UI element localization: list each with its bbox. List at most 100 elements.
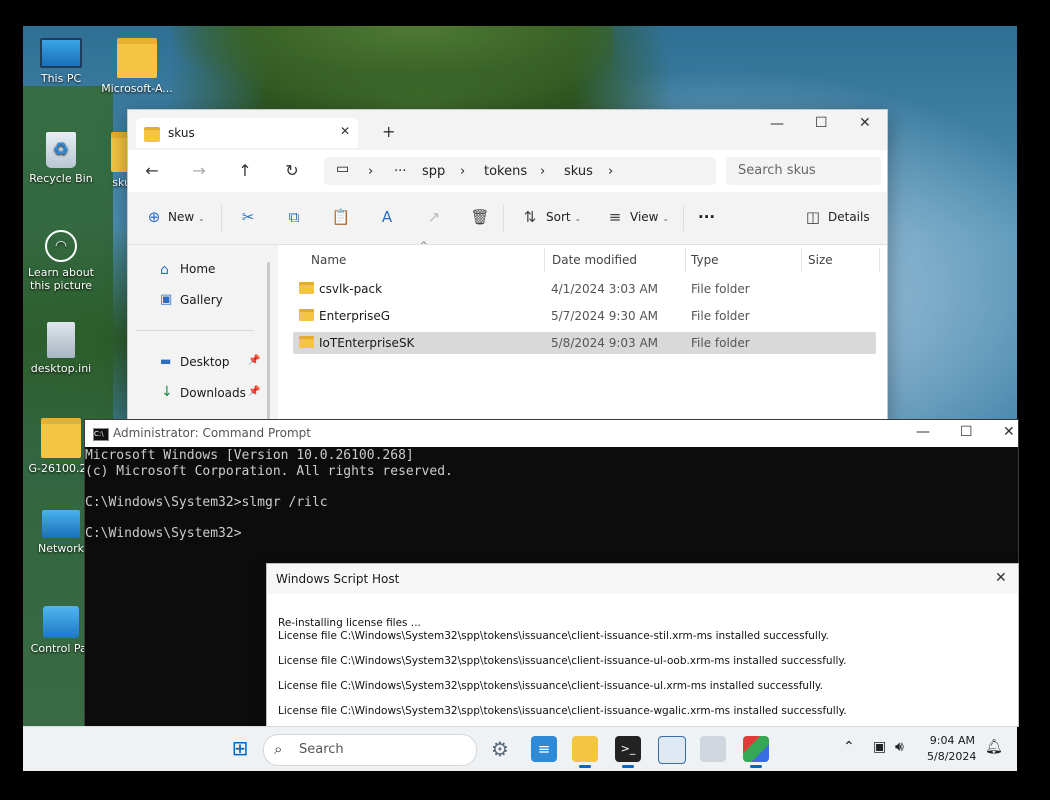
desktop-icon-sku-folder[interactable]: sku (91, 132, 131, 189)
close-window-button[interactable]: ✕ (859, 115, 871, 131)
chevron-down-icon: ⌄ (662, 214, 670, 223)
column-header-size[interactable]: Size (808, 253, 833, 267)
details-button[interactable]: Details (828, 210, 870, 224)
message-line: License file C:\Windows\System32\spp\tok… (278, 630, 829, 642)
sidebar-item-gallery[interactable]: Gallery (180, 293, 223, 307)
network-status-icon[interactable]: ▣ (873, 739, 886, 755)
new-icon: ⊕ (147, 208, 161, 226)
sort-button[interactable]: Sort ⌄ (546, 210, 581, 224)
breadcrumb[interactable]: ▭ › ··· spp › tokens › skus › (324, 157, 716, 185)
maximize-button[interactable]: ☐ (815, 115, 828, 131)
message-line: License file C:\Windows\System32\spp\tok… (278, 705, 847, 717)
chevron-down-icon: ⌄ (574, 214, 582, 223)
breadcrumb-item[interactable]: spp (422, 164, 445, 179)
chevron-right-icon: › (460, 164, 466, 179)
start-button[interactable]: ⊞ (227, 736, 253, 762)
rename-icon[interactable]: A (377, 208, 397, 228)
search-input[interactable]: Search skus (726, 157, 881, 185)
delete-icon[interactable]: 🗑 (470, 208, 490, 228)
chevron-up-icon[interactable]: ⌃ (843, 739, 855, 755)
colorful-app-icon[interactable] (743, 736, 769, 762)
column-divider[interactable] (879, 248, 880, 272)
new-button[interactable]: New ⌄ (168, 210, 205, 224)
divider (683, 205, 684, 231)
notepad-icon[interactable]: ≡ (531, 736, 557, 762)
cut-icon[interactable]: ✂ (238, 208, 258, 228)
up-button[interactable]: ↑ (231, 157, 259, 185)
cmd-app-icon: C:\ (93, 428, 109, 441)
column-divider[interactable] (544, 248, 545, 272)
table-row[interactable]: EnterpriseG 5/7/2024 9:30 AM File folder (293, 305, 876, 327)
file-type: File folder (691, 309, 750, 323)
sidebar-item-desktop[interactable]: Desktop (180, 355, 230, 369)
folder-icon (117, 38, 157, 78)
sidebar-scrollbar[interactable] (267, 262, 270, 422)
active-indicator (750, 765, 762, 768)
folder-icon (299, 309, 314, 321)
column-header-type[interactable]: Type (691, 253, 719, 267)
terminal-icon[interactable]: >_ (615, 736, 641, 762)
file-explorer-icon[interactable] (572, 736, 598, 762)
clock-date[interactable]: 5/8/2024 (927, 750, 976, 763)
column-divider[interactable] (685, 248, 686, 272)
desktop-icon: ▬ (160, 354, 172, 368)
active-indicator (622, 765, 634, 768)
view-button[interactable]: View ⌄ (630, 210, 669, 224)
share-icon[interactable]: ↗ (424, 208, 444, 228)
forward-button[interactable]: → (185, 157, 213, 185)
maximize-button[interactable]: ☐ (960, 424, 973, 440)
console-line: C:\Windows\System32> (85, 526, 242, 541)
column-header-date[interactable]: Date modified (552, 253, 637, 267)
system-app-icon[interactable] (700, 736, 726, 762)
pc-icon: ▭ (336, 161, 350, 177)
close-tab-button[interactable]: ✕ (340, 124, 350, 138)
taskbar-search[interactable]: ⌕ Search (263, 734, 477, 766)
desktop-icon-microsoft-folder[interactable]: Microsoft-A... (99, 38, 175, 95)
volume-icon[interactable]: 🔊︎ (895, 739, 904, 755)
minimize-button[interactable]: — (916, 424, 930, 440)
more-options-button[interactable]: ··· (698, 208, 715, 226)
desktop-icon-learn-about-picture[interactable]: ◠ Learn about this picture (23, 230, 99, 292)
recycle-bin-icon: ♻ (46, 132, 76, 168)
refresh-button[interactable]: ↻ (278, 157, 306, 185)
new-tab-button[interactable]: + (382, 122, 395, 141)
window-app-icon[interactable] (658, 736, 686, 764)
console-line: C:\Windows\System32>slmgr /rilc (85, 495, 328, 510)
script-host-dialog[interactable]: Windows Script Host ✕ Re-installing lice… (266, 563, 1019, 727)
breadcrumb-item[interactable]: tokens (484, 164, 527, 179)
column-header-name[interactable]: Name (311, 253, 346, 267)
desktop-icon-this-pc[interactable]: This PC (23, 38, 99, 85)
breadcrumb-ellipsis[interactable]: ··· (394, 164, 406, 179)
divider (136, 330, 254, 331)
sort-ascending-icon: ^ (420, 241, 428, 251)
taskbar-search-label: Search (299, 742, 344, 757)
desktop-icon-label: Microsoft-A... (101, 82, 173, 95)
monitor-icon (40, 38, 82, 68)
view-label: View (630, 210, 659, 224)
column-divider[interactable] (801, 248, 802, 272)
notification-bell-icon[interactable]: 🔔︎ (985, 739, 1003, 755)
close-icon[interactable]: ✕ (995, 570, 1007, 586)
desktop-icon-recycle-bin[interactable]: ♻ Recycle Bin (23, 132, 99, 185)
tab-skus[interactable]: skus ✕ (136, 118, 358, 148)
desktop-icon-desktop-ini[interactable]: desktop.ini (23, 322, 99, 375)
paste-icon[interactable]: 📋 (331, 208, 351, 228)
copy-icon[interactable]: ⧉ (284, 208, 304, 228)
search-icon: ⌕ (274, 740, 283, 758)
network-icon (42, 510, 80, 538)
close-window-button[interactable]: ✕ (1003, 424, 1015, 440)
table-row-selected[interactable]: IoTEnterpriseSK 5/8/2024 9:03 AM File fo… (293, 332, 876, 354)
breadcrumb-item[interactable]: skus (564, 164, 593, 179)
settings-gear-icon[interactable]: ⚙ (487, 736, 513, 762)
sidebar-item-downloads[interactable]: Downloads (180, 386, 246, 400)
divider (503, 205, 504, 231)
minimize-button[interactable]: — (770, 116, 784, 132)
table-row[interactable]: csvlk-pack 4/1/2024 3:03 AM File folder (293, 278, 876, 300)
sidebar-item-home[interactable]: Home (180, 262, 215, 276)
desktop-icon-label: desktop.ini (30, 362, 92, 375)
folder-icon (299, 336, 314, 348)
camera-icon: ◠ (45, 230, 77, 262)
back-button[interactable]: ← (138, 157, 166, 185)
clock-time[interactable]: 9:04 AM (927, 734, 975, 747)
cmd-title-bar[interactable]: C:\ Administrator: Command Prompt — ☐ ✕ (85, 420, 1018, 447)
